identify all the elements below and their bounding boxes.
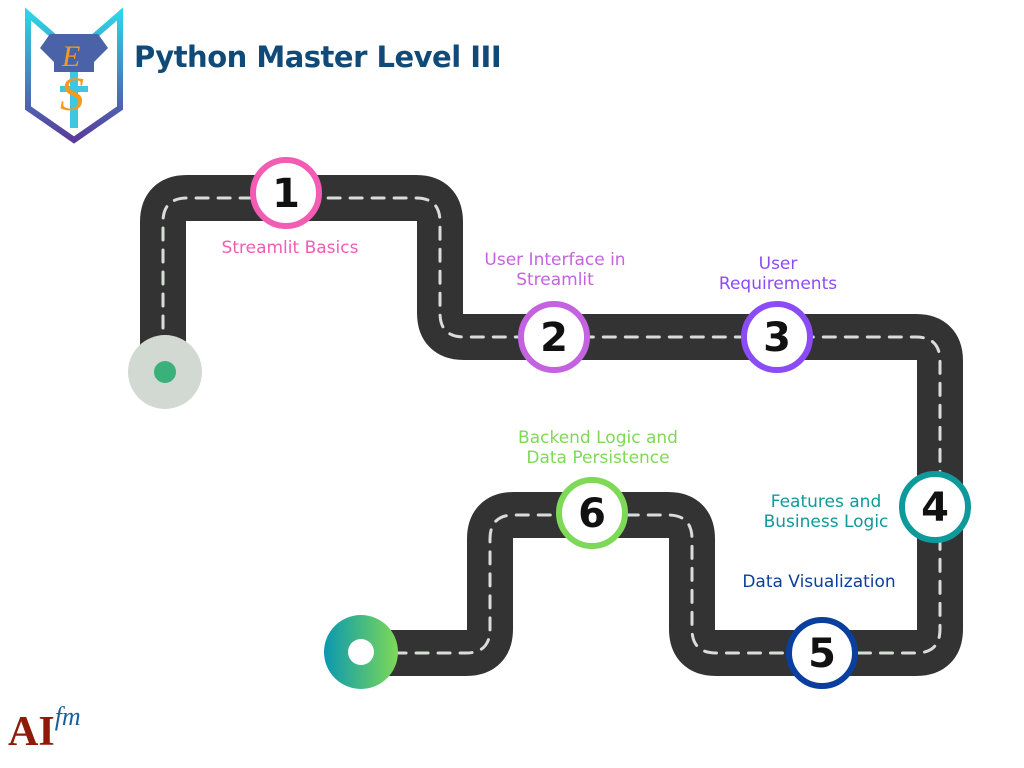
logo-icon: S E (25, 7, 123, 144)
brand-sup: fm (54, 702, 81, 731)
step-2-label-line: Streamlit (516, 270, 594, 290)
step-2-label: User Interface in Streamlit (460, 250, 650, 290)
step-5-label: Data Visualization (742, 572, 896, 592)
svg-text:S: S (60, 68, 84, 121)
page-title: Python Master Level III (134, 40, 502, 74)
step-6-label: Backend Logic and Data Persistence (498, 428, 698, 468)
step-3-label-line: User (758, 254, 798, 274)
step-6-marker: 6 (556, 477, 628, 549)
end-marker (324, 615, 398, 689)
step-3-marker: 3 (741, 301, 813, 373)
step-4-label-line: Features and (770, 492, 882, 512)
step-3-label: User Requirements (688, 254, 868, 294)
step-number: 3 (763, 315, 791, 361)
aifm-logo: AIfm (8, 702, 81, 756)
step-4-label-line: Business Logic (763, 512, 889, 532)
step-1-label: Streamlit Basics (221, 238, 359, 258)
step-2-label-line: User Interface in (484, 250, 626, 270)
step-3-label-line: Requirements (718, 274, 838, 294)
step-2-marker: 2 (518, 301, 590, 373)
step-6-label-line: Data Persistence (526, 448, 670, 468)
step-5-marker: 5 (786, 617, 858, 689)
step-number: 1 (272, 171, 300, 217)
step-6-label-line: Backend Logic and (518, 428, 678, 448)
step-number: 6 (578, 491, 606, 537)
step-number: 5 (808, 631, 836, 677)
brand-main: AI (8, 709, 55, 755)
start-marker (128, 335, 202, 409)
step-number: 2 (540, 315, 568, 361)
svg-text:E: E (61, 40, 80, 73)
step-number: 4 (921, 485, 949, 531)
step-4-label: Features and Business Logic (740, 492, 912, 532)
step-1-marker: 1 (250, 157, 322, 229)
roadmap-diagram: S E 1 2 3 4 5 6 (25, 7, 971, 689)
